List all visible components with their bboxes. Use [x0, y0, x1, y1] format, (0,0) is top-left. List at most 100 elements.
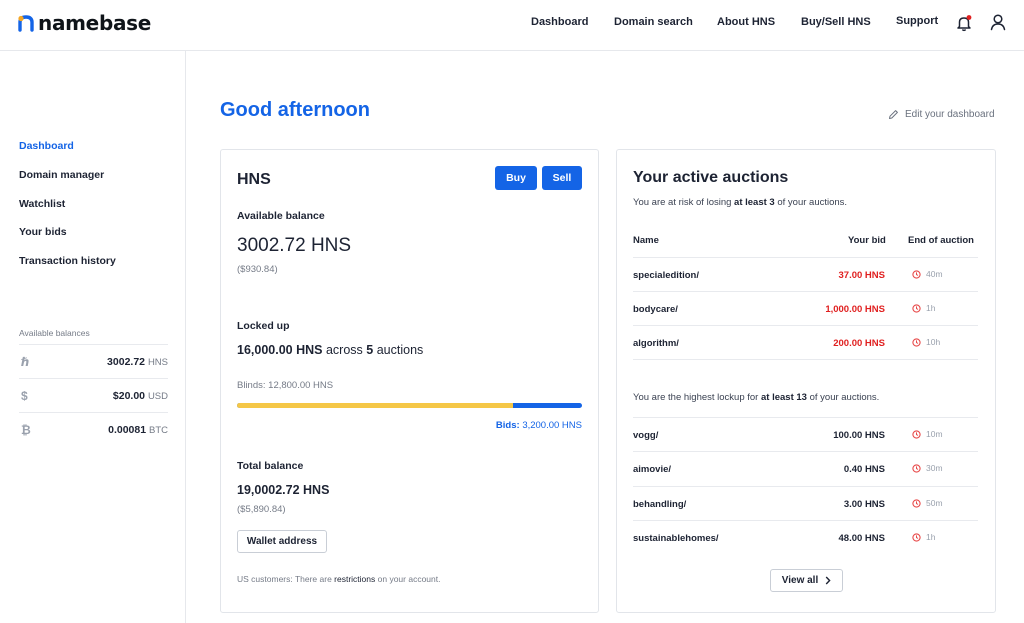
- hns-card-title: HNS: [237, 171, 271, 188]
- lead-bold: at least 13: [761, 392, 807, 403]
- balance-amount: 3002.72: [107, 356, 146, 368]
- balance-unit: HNS: [147, 357, 168, 368]
- buy-button[interactable]: Buy: [495, 166, 537, 190]
- restrictions-link[interactable]: restrictions: [334, 574, 375, 584]
- bell-icon[interactable]: [955, 14, 973, 32]
- dollar-icon: $: [21, 389, 28, 403]
- table-row[interactable]: sustainablehomes/ 48.00 HNS 1h: [633, 520, 978, 554]
- edit-dashboard-label: Edit your dashboard: [905, 109, 995, 120]
- bid-amount: 200.00 HNS: [833, 338, 885, 349]
- bid-amount: 100.00 HNS: [833, 430, 885, 441]
- risk-bold: at least 3: [734, 197, 775, 208]
- us-note-suffix: on your account.: [377, 574, 441, 584]
- sidebar-item-domain-manager[interactable]: Domain manager: [19, 169, 104, 181]
- total-balance-usd: ($5,890.84): [237, 504, 286, 515]
- brand-logo[interactable]: namebase: [18, 11, 151, 35]
- bid-amount: 48.00 HNS: [838, 533, 885, 544]
- bid-amount: 37.00 HNS: [838, 270, 885, 281]
- auction-end-time: 1h: [926, 303, 936, 313]
- balance-amount: $20.00: [112, 390, 146, 402]
- column-header-name: Name: [633, 235, 659, 246]
- sidebar-item-your-bids[interactable]: Your bids: [19, 226, 67, 238]
- sell-button[interactable]: Sell: [542, 166, 582, 190]
- sidebar-item-watchlist[interactable]: Watchlist: [19, 198, 65, 210]
- domain-name: specialedition/: [633, 270, 699, 281]
- notification-dot: [966, 15, 972, 20]
- blinds-bar-fill: [237, 403, 513, 408]
- auction-end-time: 1h: [926, 532, 936, 542]
- sidebar-item-dashboard[interactable]: Dashboard: [19, 140, 74, 152]
- auction-end-time: 10h: [926, 337, 941, 347]
- edit-dashboard-link[interactable]: Edit your dashboard: [888, 109, 995, 120]
- blinds-value: 12,800.00 HNS: [268, 380, 334, 391]
- available-balance-label: Available balance: [237, 210, 325, 222]
- table-row[interactable]: specialedition/ 37.00 HNS 40m: [633, 257, 978, 291]
- risk-prefix: You are at risk of losing: [633, 197, 732, 208]
- column-header-bid: Your bid: [848, 235, 886, 246]
- available-balances-label: Available balances: [19, 328, 90, 338]
- pencil-icon: [889, 110, 898, 119]
- total-balance-label: Total balance: [237, 460, 304, 472]
- clock-icon: [912, 337, 921, 347]
- balance-amount: 0.00081: [108, 424, 147, 436]
- clock-icon: [912, 269, 921, 279]
- auction-end: 30m: [912, 463, 943, 473]
- locked-across: across: [325, 343, 363, 357]
- bid-amount: 1,000.00 HNS: [825, 304, 885, 315]
- auction-end-time: 40m: [926, 269, 943, 279]
- active-auctions-title: Your active auctions: [633, 169, 789, 186]
- clock-icon: [912, 498, 921, 508]
- namebase-logo-icon: [18, 15, 34, 32]
- auction-end: 10m: [912, 429, 943, 439]
- page-title: Good afternoon: [220, 99, 370, 121]
- auction-end-time: 30m: [926, 463, 943, 473]
- user-icon[interactable]: [989, 13, 1007, 31]
- sidebar: Dashboard Domain manager Watchlist Your …: [0, 51, 186, 623]
- balance-row-usd: $ $20.00 USD: [19, 378, 168, 412]
- available-balance-value: 3002.72 HNS: [237, 235, 352, 256]
- view-all-button[interactable]: View all: [770, 569, 843, 592]
- table-row[interactable]: aimovie/ 0.40 HNS 30m: [633, 451, 978, 485]
- locked-suffix: auctions: [376, 343, 424, 357]
- clock-icon: [912, 303, 921, 313]
- table-row[interactable]: bodycare/ 1,000.00 HNS 1h: [633, 291, 978, 325]
- sidebar-item-transaction-history[interactable]: Transaction history: [19, 255, 116, 267]
- nav-about-hns[interactable]: About HNS: [717, 16, 775, 28]
- lead-prefix: You are the highest lockup for: [633, 392, 759, 403]
- blinds-label: Blinds:: [237, 380, 266, 391]
- table-row[interactable]: behandling/ 3.00 HNS 50m: [633, 486, 978, 520]
- bids-text: Bids: 3,200.00 HNS: [496, 420, 582, 431]
- available-balance-usd: ($930.84): [237, 264, 278, 275]
- risk-note: You are at risk of losing at least 3 of …: [633, 197, 847, 208]
- nav-dashboard[interactable]: Dashboard: [531, 16, 588, 28]
- blinds-text: Blinds: 12,800.00 HNS: [237, 380, 333, 391]
- table-row[interactable]: vogg/ 100.00 HNS 10m: [633, 417, 978, 451]
- locked-progress-bar: [237, 403, 582, 408]
- clock-icon: [912, 463, 921, 473]
- wallet-address-button[interactable]: Wallet address: [237, 530, 327, 553]
- bids-value: 3,200.00 HNS: [522, 420, 582, 431]
- hns-icon: ℏ: [21, 355, 30, 369]
- view-all-label: View all: [781, 575, 819, 586]
- lead-note: You are the highest lockup for at least …: [633, 392, 879, 403]
- nav-buy-sell-hns[interactable]: Buy/Sell HNS: [801, 16, 871, 28]
- balance-unit: BTC: [149, 425, 168, 436]
- auction-end: 40m: [912, 269, 943, 279]
- column-header-end: End of auction: [908, 235, 974, 246]
- domain-name: sustainablehomes/: [633, 533, 719, 544]
- table-row[interactable]: algorithm/ 200.00 HNS 10h: [633, 325, 978, 360]
- us-note-prefix: US customers: There are: [237, 574, 332, 584]
- auction-end: 10h: [912, 337, 940, 347]
- domain-name: aimovie/: [633, 464, 672, 475]
- total-balance-value: 19,0002.72 HNS: [237, 483, 330, 497]
- auction-end: 1h: [912, 532, 935, 542]
- locked-up-label: Locked up: [237, 320, 290, 332]
- nav-domain-search[interactable]: Domain search: [614, 16, 693, 28]
- top-header: namebase Dashboard Domain search About H…: [0, 0, 1024, 51]
- domain-name: vogg/: [633, 430, 659, 441]
- bid-amount: 0.40 HNS: [843, 464, 885, 475]
- active-auctions-card: Your active auctions You are at risk of …: [616, 149, 996, 613]
- bids-label: Bids:: [495, 420, 520, 431]
- nav-support[interactable]: Support: [896, 15, 938, 27]
- clock-icon: [912, 429, 921, 439]
